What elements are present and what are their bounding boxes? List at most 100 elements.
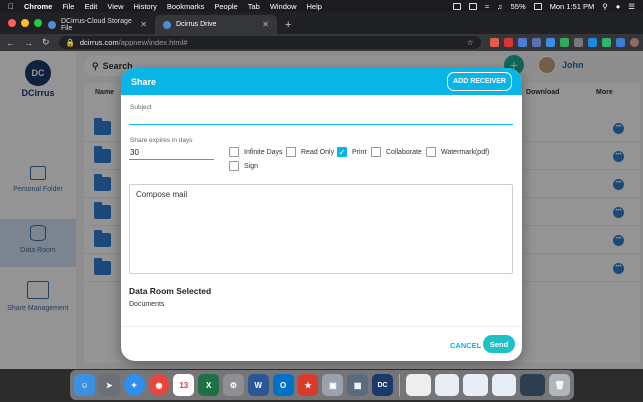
checkbox-label: Sign [244,162,259,170]
extension-icon[interactable] [587,38,597,47]
expires-label: Share expires in days [130,137,193,144]
read-only-checkbox[interactable]: Read Only [286,147,334,157]
recent-document-icon[interactable] [405,374,431,396]
send-button[interactable]: Send [483,335,515,353]
print-checkbox[interactable]: ✓ Print [337,147,366,157]
new-tab-icon[interactable]: + [285,19,291,31]
safari-icon[interactable]: ✦ [123,374,145,396]
profile-avatar[interactable] [629,38,639,47]
expires-underline [129,159,214,160]
bookmark-star-icon[interactable]: ☆ [467,38,474,47]
finder-icon[interactable]: ☺ [74,374,95,396]
menu-view[interactable]: View [107,2,123,11]
back-icon[interactable]: ← [6,38,15,48]
checkbox-box [229,161,239,171]
recent-document-icon[interactable] [491,374,517,396]
dcirrus-app-icon[interactable]: DC [372,374,393,396]
spotlight-icon[interactable]: ⚲ [602,2,608,11]
menu-help[interactable]: Help [307,2,322,11]
dialog-header: Share ADD RECEIVER [121,68,522,95]
menu-bookmarks[interactable]: Bookmarks [167,2,205,11]
recent-document-icon[interactable] [520,374,546,396]
wunderlist-icon[interactable]: ★ [297,374,319,396]
subject-input[interactable] [129,112,513,124]
minimize-window-button[interactable] [21,19,29,27]
extension-icon[interactable] [559,38,569,47]
trash-icon[interactable]: 🗑 [549,374,570,396]
recent-document-icon[interactable] [463,374,488,396]
checkbox-label: Read Only [301,148,335,156]
subject-label: Subject [130,104,152,111]
battery-percent[interactable]: 55% [511,2,526,11]
checkbox-label: Watermark(pdf) [441,148,490,156]
menu-app[interactable]: Chrome [24,2,52,11]
status-icon[interactable] [452,2,461,10]
battery-icon[interactable] [533,2,542,10]
extension-icon[interactable] [531,38,541,47]
siri-icon[interactable]: ● [616,2,621,11]
macos-menubar:  Chrome File Edit View History Bookmark… [0,0,643,12]
menu-file[interactable]: File [62,2,74,11]
expires-days-input[interactable]: 30 [130,148,139,157]
menu-people[interactable]: People [214,2,237,11]
status-icon[interactable] [468,2,477,10]
extension-icon[interactable] [503,38,513,47]
compose-mail-textarea[interactable]: Compose mail [129,184,513,274]
forward-icon[interactable]: → [24,38,33,48]
tab-title: Dcirrus Drive [176,21,217,28]
recent-document-icon[interactable] [434,374,460,396]
extension-icon[interactable] [573,38,583,47]
cancel-button[interactable]: CANCEL [450,341,481,350]
collaborate-checkbox[interactable]: Collaborate [371,147,422,157]
extension-icon[interactable] [615,38,625,47]
browser-toolbar: ← → ↻ 🔒 dcirrus.com/appnew/index.html# ☆ [0,34,643,51]
dialog-divider [121,326,522,327]
checkbox-label: Print [352,148,367,156]
volume-icon[interactable]: ♫ [497,2,503,11]
close-window-button[interactable] [8,19,16,27]
menu-history[interactable]: History [134,2,157,11]
watermark-pdf-checkbox[interactable]: Watermark(pdf) [426,147,489,157]
checkbox-box [229,147,239,157]
close-tab-icon[interactable]: ✕ [140,20,147,29]
lock-icon: 🔒 [65,38,75,47]
menu-edit[interactable]: Edit [84,2,97,11]
extension-icon[interactable] [601,38,611,47]
extension-icon[interactable] [489,38,499,47]
menu-window[interactable]: Window [270,2,297,11]
address-bar[interactable]: 🔒 dcirrus.com/appnew/index.html# ☆ [58,36,481,49]
apple-icon[interactable]:  [8,2,14,11]
data-room-selected-heading: Data Room Selected [129,286,212,296]
reload-icon[interactable]: ↻ [42,37,50,48]
close-tab-icon[interactable]: ✕ [262,20,269,29]
browser-tabbar: DCirrus-Cloud Storage File ✕ Dcirrus Dri… [0,12,643,34]
share-dialog: Share ADD RECEIVER Subject Share expires… [121,68,522,361]
menu-tab[interactable]: Tab [248,2,260,11]
checkbox-label: Infinite Days [244,148,283,156]
extension-icon[interactable] [545,38,555,47]
tab-dcirrus-drive[interactable]: Dcirrus Drive ✕ [155,15,277,34]
wifi-icon[interactable]: ≈ [485,2,489,11]
dialog-title: Share [131,76,157,87]
calendar-icon[interactable]: 13 [173,374,195,396]
macos-dock: ☺ ➤ ✦ ◉ 13 X ⚙ W O ★ ▣ ▦ DC 🗑 [70,370,574,400]
infinite-days-checkbox[interactable]: Infinite Days [229,147,283,157]
checkbox-box [286,147,296,157]
outlook-icon[interactable]: O [272,374,294,396]
excel-icon[interactable]: X [198,374,220,396]
photos-app-icon[interactable]: ▦ [347,374,369,396]
tab-dcirrus-cloud-storage[interactable]: DCirrus-Cloud Storage File ✕ [40,15,155,34]
word-icon[interactable]: W [247,374,269,396]
preview-icon[interactable]: ▣ [322,374,344,396]
status-area: ≈ ♫ 55% Mon 1:51 PM ⚲ ● ☰ [452,2,635,11]
extension-icon[interactable] [517,38,527,47]
sign-checkbox[interactable]: Sign [229,161,258,171]
chrome-icon[interactable]: ◉ [148,374,170,396]
data-room-selected-item: Documents [129,301,165,308]
system-preferences-icon[interactable]: ⚙ [223,374,244,396]
add-receiver-button[interactable]: ADD RECEIVER [447,72,512,91]
window-controls [8,19,42,27]
notification-center-icon[interactable]: ☰ [628,2,635,11]
clock[interactable]: Mon 1:51 PM [550,2,595,11]
launchpad-icon[interactable]: ➤ [98,374,120,396]
